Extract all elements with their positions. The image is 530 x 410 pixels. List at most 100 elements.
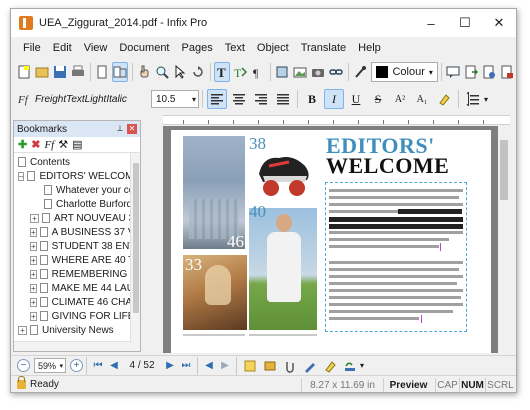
text-frame[interactable]	[325, 182, 467, 332]
previous-page-button[interactable]: ◀	[106, 358, 122, 374]
eyedropper-button[interactable]	[352, 62, 368, 82]
italic-button[interactable]: I	[324, 89, 344, 109]
document-canvas[interactable]: 38 40 46 33 EDITORS' WELCOME	[163, 126, 498, 353]
scroll-thumb[interactable]	[133, 163, 139, 313]
print-button[interactable]	[70, 62, 86, 82]
expand-icon[interactable]: +	[30, 255, 37, 265]
menu-edit[interactable]: Edit	[47, 42, 78, 54]
bookmarks-horizontal-scrollbar[interactable]	[14, 341, 132, 351]
tools-icon[interactable]: ⚒	[58, 138, 68, 151]
sticky-note-icon[interactable]	[243, 359, 257, 373]
font-name-field[interactable]: FreightTextLightItalic	[35, 94, 151, 105]
paragraph-tool-button[interactable]: ¶	[250, 62, 266, 82]
subscript-button[interactable]: A₁	[412, 89, 432, 109]
bookmark-item[interactable]: + STUDENT 38 ENTRE	[14, 239, 140, 253]
menu-translate[interactable]: Translate	[295, 42, 352, 54]
underline-button[interactable]: U	[346, 89, 366, 109]
highlighter-icon[interactable]	[323, 359, 337, 373]
strikethrough-button[interactable]: S	[368, 89, 388, 109]
scroll-thumb[interactable]	[500, 140, 508, 200]
bookmark-item[interactable]: + CLIMATE 46 CHANG	[14, 295, 140, 309]
minimize-button[interactable]: –	[414, 9, 448, 37]
close-panel-icon[interactable]: ✕	[127, 124, 137, 134]
pin-icon[interactable]: ⊥	[115, 124, 125, 134]
bookmark-properties-icon[interactable]: ▤	[72, 138, 82, 151]
menu-pages[interactable]: Pages	[176, 42, 219, 54]
first-page-button[interactable]: ⏮	[90, 358, 106, 374]
page-indicator[interactable]: 4 / 52	[122, 360, 162, 371]
menu-document[interactable]: Document	[113, 42, 175, 54]
snapshot-button[interactable]	[310, 62, 326, 82]
signature-icon[interactable]	[343, 359, 357, 373]
align-center-button[interactable]	[229, 89, 249, 109]
expand-icon[interactable]: +	[30, 311, 37, 321]
menu-text[interactable]: Text	[219, 42, 251, 54]
horizontal-ruler[interactable]	[163, 115, 510, 125]
menu-file[interactable]: File	[17, 42, 47, 54]
bookmark-item[interactable]: Contents	[14, 155, 140, 169]
superscript-button[interactable]: A²	[390, 89, 410, 109]
new-document-button[interactable]	[16, 62, 32, 82]
editors-welcome-heading[interactable]: EDITORS' WELCOME	[326, 135, 449, 177]
comment-button[interactable]	[445, 62, 461, 82]
close-window-button[interactable]: ✕	[482, 9, 516, 37]
export-button[interactable]	[463, 62, 479, 82]
open-button[interactable]	[34, 62, 50, 82]
delete-bookmark-icon[interactable]: ✖	[31, 138, 40, 151]
hand-tool-button[interactable]	[136, 62, 152, 82]
expand-icon[interactable]: +	[30, 297, 37, 307]
highlight-button[interactable]	[434, 89, 454, 109]
bookmarks-vertical-scrollbar[interactable]	[130, 153, 140, 351]
maximize-button[interactable]: ☐	[448, 9, 482, 37]
zoom-tool-button[interactable]	[154, 62, 170, 82]
stamp-icon[interactable]	[263, 359, 277, 373]
bookmark-item[interactable]: Charlotte Burford (a	[14, 197, 140, 211]
text-tool-button[interactable]: T	[214, 62, 231, 82]
collapse-icon[interactable]: –	[18, 171, 25, 181]
attachment-icon[interactable]	[283, 359, 297, 373]
zoom-level-select[interactable]: 59% ▾	[34, 358, 66, 373]
bookmark-item[interactable]: + GIVING FOR LIFE 49	[14, 309, 140, 323]
bookmark-item[interactable]: + REMEMBERING 42 I	[14, 267, 140, 281]
expand-icon[interactable]: +	[30, 227, 37, 237]
two-page-view-button[interactable]	[112, 62, 129, 82]
bookmark-item[interactable]: – EDITORS' WELCOME	[14, 169, 140, 183]
bookmark-item[interactable]: + ART NOUVEAU 33	[14, 211, 140, 225]
add-bookmark-icon[interactable]: ✚	[18, 138, 27, 151]
expand-icon[interactable]: +	[18, 325, 27, 335]
page-view-button[interactable]	[94, 62, 110, 82]
expand-icon[interactable]: +	[30, 269, 37, 279]
expand-icon[interactable]: +	[30, 241, 37, 251]
font-size-field[interactable]: 10.5 ▾	[151, 90, 199, 108]
bookmark-item[interactable]: + WHERE ARE 40 THE	[14, 253, 140, 267]
object-tool-button[interactable]	[274, 62, 290, 82]
next-page-button[interactable]: ▶	[162, 358, 178, 374]
expand-icon[interactable]: +	[30, 283, 37, 293]
bookmark-font-icon[interactable]: Ff	[44, 139, 54, 151]
protect-button[interactable]	[499, 62, 515, 82]
rotate-button[interactable]	[190, 62, 206, 82]
bookmark-item[interactable]: + University News	[14, 323, 140, 337]
zoom-out-button[interactable]: −	[17, 359, 30, 372]
zoom-in-button[interactable]: +	[70, 359, 83, 372]
bookmark-item[interactable]: + MAKE ME 44 LAUGH	[14, 281, 140, 295]
last-page-button[interactable]: ⏭	[178, 358, 194, 374]
back-button[interactable]: ◀	[201, 358, 217, 374]
forward-button[interactable]: ▶	[217, 358, 233, 374]
link-tool-button[interactable]	[328, 62, 344, 82]
bold-button[interactable]: B	[302, 89, 322, 109]
line-spacing-button[interactable]	[463, 89, 483, 109]
document-settings-button[interactable]	[481, 62, 497, 82]
save-button[interactable]	[52, 62, 68, 82]
menu-help[interactable]: Help	[352, 42, 387, 54]
text-flow-button[interactable]: T	[232, 62, 248, 82]
image-tool-button[interactable]	[292, 62, 308, 82]
align-right-button[interactable]	[251, 89, 271, 109]
expand-icon[interactable]: +	[30, 213, 39, 223]
document-vertical-scrollbar[interactable]	[498, 126, 510, 353]
align-left-button[interactable]	[207, 89, 227, 109]
pen-icon[interactable]	[303, 359, 317, 373]
bookmark-item[interactable]: + A BUSINESS 37 VISI	[14, 225, 140, 239]
colour-picker[interactable]: Colour ▾	[371, 62, 438, 82]
justify-button[interactable]	[273, 89, 293, 109]
